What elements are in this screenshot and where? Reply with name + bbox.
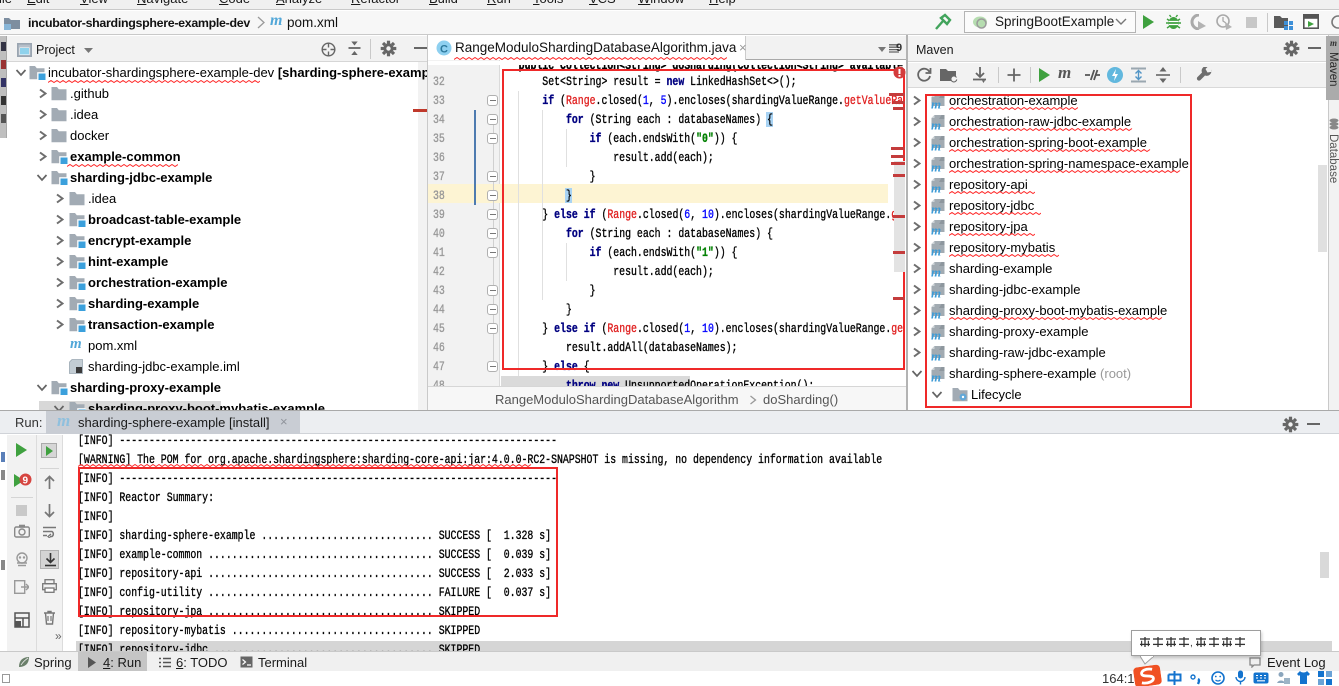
svg-text:9: 9 bbox=[23, 476, 29, 487]
svg-text:C: C bbox=[440, 44, 448, 56]
